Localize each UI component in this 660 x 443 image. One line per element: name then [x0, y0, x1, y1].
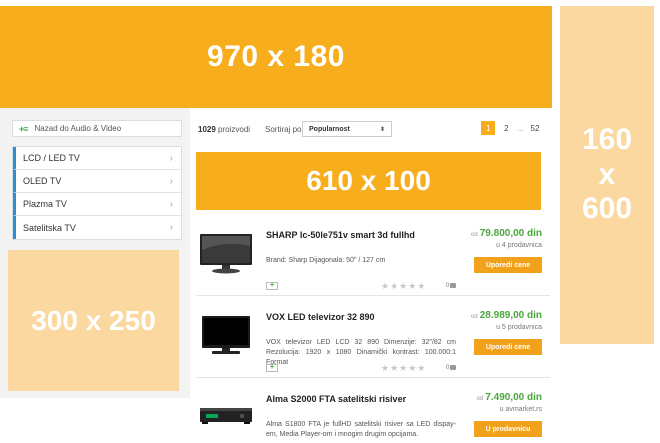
pagination: 1 2 ... 52: [481, 121, 542, 135]
comment-icon: [450, 283, 457, 288]
page-2-button[interactable]: 2: [499, 121, 513, 135]
product-count-label: proizvodi: [218, 125, 251, 134]
store-count: u 4 prodavnica: [496, 242, 542, 249]
product-count-number: 1029: [198, 125, 216, 134]
review-count-number: 0: [446, 283, 450, 290]
product-image-receiver[interactable]: [198, 394, 254, 440]
sort-select-value: Popularnost: [309, 125, 350, 133]
comment-icon: [450, 365, 457, 370]
plus-list-icon: +≡: [19, 123, 28, 134]
product-item: VOX LED televizor 32 890 VOX televizor L…: [196, 296, 550, 378]
product-image-tv[interactable]: [198, 230, 254, 276]
review-count[interactable]: 0: [446, 365, 457, 372]
store-count: u 5 prodavnica: [496, 324, 542, 331]
sidebar-item-plazma-tv[interactable]: Plazma TV ›: [13, 193, 181, 216]
page-52-button[interactable]: 52: [528, 121, 542, 135]
review-count-number: 0: [446, 365, 450, 372]
ad-banner-300x250[interactable]: 300 x 250: [8, 250, 179, 391]
back-link-label: Nazad do Audio & Video: [34, 124, 122, 133]
product-title[interactable]: VOX LED televizor 32 890: [266, 312, 375, 322]
ad-banner-size-label: 610 x 100: [306, 165, 431, 196]
rating-stars[interactable]: ★★★★★: [381, 281, 426, 292]
price-value: 7.490,00 din: [485, 392, 542, 403]
product-count: 1029 proizvodi: [198, 125, 250, 134]
price-prefix: od: [471, 232, 478, 238]
sidebar-item-lcd-led-tv[interactable]: LCD / LED TV ›: [13, 147, 181, 170]
chevron-right-icon: ›: [169, 152, 173, 164]
sidebar-item-satelitska-tv[interactable]: Satelitska TV ›: [13, 216, 181, 239]
back-to-audio-video-link[interactable]: +≡ Nazad do Audio & Video: [12, 120, 182, 137]
review-count[interactable]: 0: [446, 283, 457, 290]
category-label: LCD / LED TV: [23, 153, 80, 163]
category-label: Satelitska TV: [23, 222, 76, 233]
product-description: Alma S1800 FTA je fullHD satelitski risi…: [266, 421, 456, 438]
add-to-compare-icon[interactable]: +: [266, 364, 278, 372]
product-item: SHARP lc-50le751v smart 3d fullhd Brand:…: [196, 214, 550, 296]
ad-banner-size-label: 160 x 600: [581, 123, 633, 226]
product-price: od 7.490,00 din: [477, 392, 542, 403]
product-list: SHARP lc-50le751v smart 3d fullhd Brand:…: [196, 214, 550, 443]
category-label: Plazma TV: [23, 199, 67, 209]
product-title[interactable]: SHARP lc-50le751v smart 3d fullhd: [266, 230, 415, 240]
compare-prices-button[interactable]: Uporedi cene: [474, 257, 542, 273]
product-item: Alma S2000 FTA satelitski risiver Alma S…: [196, 378, 550, 443]
compare-prices-button[interactable]: Uporedi cene: [474, 339, 542, 355]
price-value: 28.989,00 din: [479, 310, 542, 321]
chevron-right-icon: ›: [169, 198, 173, 210]
results-toolbar: 1029 proizvodi Sortiraj po: Popularnost …: [196, 120, 542, 140]
rating-stars[interactable]: ★★★★★: [381, 363, 426, 374]
price-prefix: od: [476, 396, 484, 402]
product-price: od 79.800,00 din: [471, 228, 542, 239]
product-price: od 28.989,00 din: [471, 310, 542, 321]
price-prefix: od: [471, 314, 478, 320]
page-1-button[interactable]: 1: [481, 121, 496, 135]
chevron-right-icon: ›: [169, 175, 173, 187]
sort-label: Sortiraj po:: [265, 125, 304, 134]
chevron-right-icon: ›: [169, 222, 173, 233]
price-value: 79.800,00 din: [479, 228, 542, 239]
ad-banner-970x180[interactable]: 970 x 180: [0, 6, 552, 108]
ad-banner-160x600[interactable]: 160 x 600: [560, 6, 654, 344]
store-name: u avmarket.rs: [499, 406, 542, 413]
product-description: VOX televizor LED LCD 32 890 Dimenzije: …: [266, 339, 456, 366]
ad-banner-size-label: 970 x 180: [207, 40, 345, 73]
product-image-tv[interactable]: [198, 312, 254, 358]
go-to-store-button[interactable]: U prodavnicu: [474, 421, 542, 437]
ad-banner-610x100[interactable]: 610 x 100: [196, 152, 541, 210]
product-title[interactable]: Alma S2000 FTA satelitski risiver: [266, 394, 406, 404]
sort-select[interactable]: Popularnost ⬍: [302, 121, 392, 137]
product-description: Brand: Sharp Dijagonala: 50" / 127 cm: [266, 257, 386, 264]
category-list: LCD / LED TV › OLED TV › Plazma TV › Sat…: [12, 146, 182, 240]
updown-arrows-icon: ⬍: [379, 126, 385, 133]
ad-banner-size-label: 300 x 250: [31, 304, 156, 336]
sidebar-item-oled-tv[interactable]: OLED TV ›: [13, 170, 181, 193]
add-to-compare-icon[interactable]: +: [266, 282, 278, 290]
category-label: OLED TV: [23, 176, 62, 186]
page-ellipsis: ...: [517, 123, 524, 133]
